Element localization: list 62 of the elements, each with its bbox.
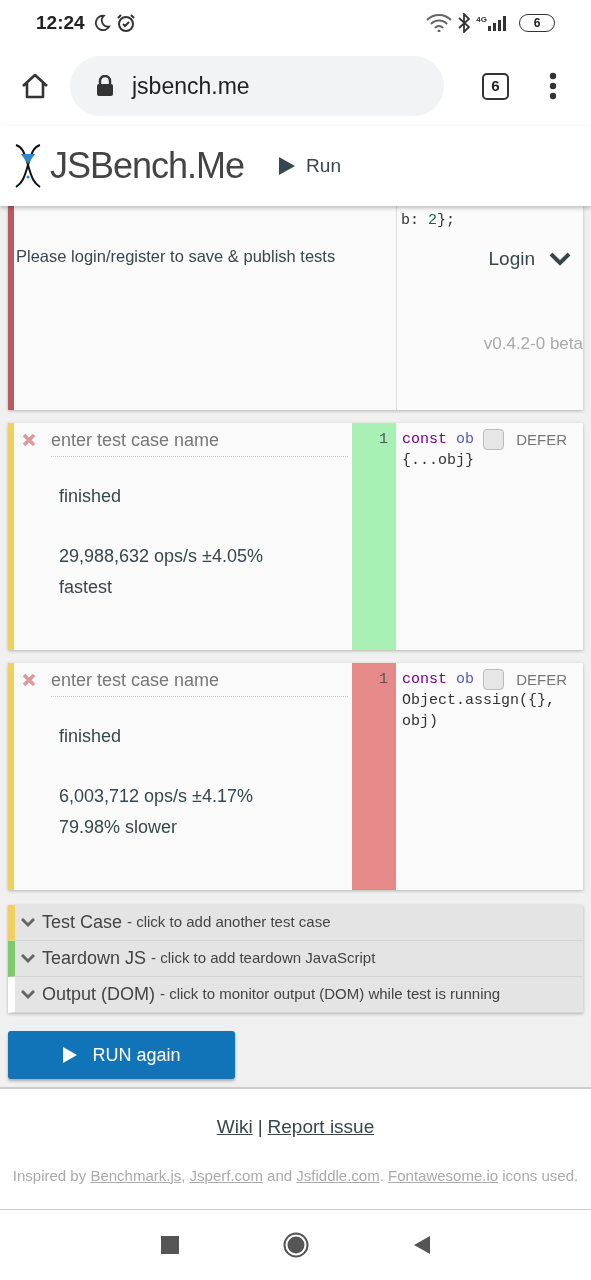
line-number: 1 [379,670,388,690]
defer-label: DEFER [516,670,567,690]
section-hint: - click to add teardown JavaScript [151,948,376,969]
home-button-icon[interactable] [282,1232,309,1258]
code-line: obj) [402,712,438,732]
play-icon [62,1046,79,1064]
moon-icon [92,14,111,32]
network-label: 4G [476,14,487,26]
section-title: Test Case [42,911,123,934]
app-title: JSBench.Me [50,144,245,188]
code-line: Object.assign({}, [402,691,556,711]
code-line: b: 2}; [401,211,456,231]
defer-checkbox[interactable] [483,669,505,690]
defer-label: DEFER [516,430,567,450]
chevron-down-icon [21,953,35,964]
more-options-icon[interactable] [549,72,557,100]
comparison-result: 79.98% slower [59,816,179,839]
chevron-down-icon [21,917,35,928]
wifi-icon [426,14,453,32]
play-icon [278,156,297,176]
url-text: jsbench.me [132,71,250,101]
back-icon[interactable] [412,1235,431,1255]
code-line: const ob [402,430,475,450]
section-header[interactable]: Teardown JS - click to add teardown JavaScript [8,941,583,977]
status-text: finished [59,725,123,748]
link-separator: | [257,1115,263,1139]
run-button[interactable]: Run [278,151,341,181]
signal-icon [487,15,509,31]
lock-icon [96,75,114,97]
report-issue-link[interactable]: Report issue [267,1113,375,1142]
comparison-result: fastest [59,576,114,599]
wiki-link[interactable]: Wiki [216,1113,253,1142]
status-text: finished [59,485,123,508]
line-number: 1 [379,430,388,450]
section-hint: - click to add another test case [127,912,331,933]
run-again-button[interactable]: RUN again [8,1031,235,1079]
bluetooth-icon [458,13,471,33]
login-button[interactable]: Login [488,244,571,273]
tab-count-button[interactable]: 6 [482,72,509,100]
test-name-field[interactable]: enter test case name [51,667,348,697]
ops-result: 6,003,712 ops/s ±4.17% [59,785,255,808]
credits-text: Inspired by Benchmark.js, Jsperf.com and Jsfiddle.com. Fontawesome.io icons used. [11,1165,580,1186]
code-line: {...obj} [402,451,474,471]
version-label: v0.4.2-0 beta [483,333,583,355]
defer-checkbox[interactable] [483,429,505,450]
address-bar[interactable]: jsbench.me [70,56,444,116]
recent-apps-icon[interactable] [160,1236,179,1254]
section-header[interactable]: Output (DOM) - click to monitor output (DOM) while test is running [8,977,583,1013]
ops-result: 29,988,632 ops/s ±4.05% [59,545,265,568]
code-line: const ob [402,670,475,690]
section-title: Teardown JS [42,947,147,970]
section-header[interactable]: Test Case - click to add another test case [8,905,583,941]
chevron-down-icon [549,251,571,266]
alarm-icon [115,13,136,33]
clock-time: 12:24 [36,10,85,35]
hourglass-logo-icon [14,143,42,189]
test-name-field[interactable]: enter test case name [51,427,348,457]
section-hint: - click to monitor output (DOM) while test is running [160,984,501,1005]
section-title: Output (DOM) [42,983,156,1006]
login-message: Please login/register to save & publish tests [16,247,336,265]
chevron-down-icon [21,989,35,1000]
home-icon[interactable] [20,71,50,101]
